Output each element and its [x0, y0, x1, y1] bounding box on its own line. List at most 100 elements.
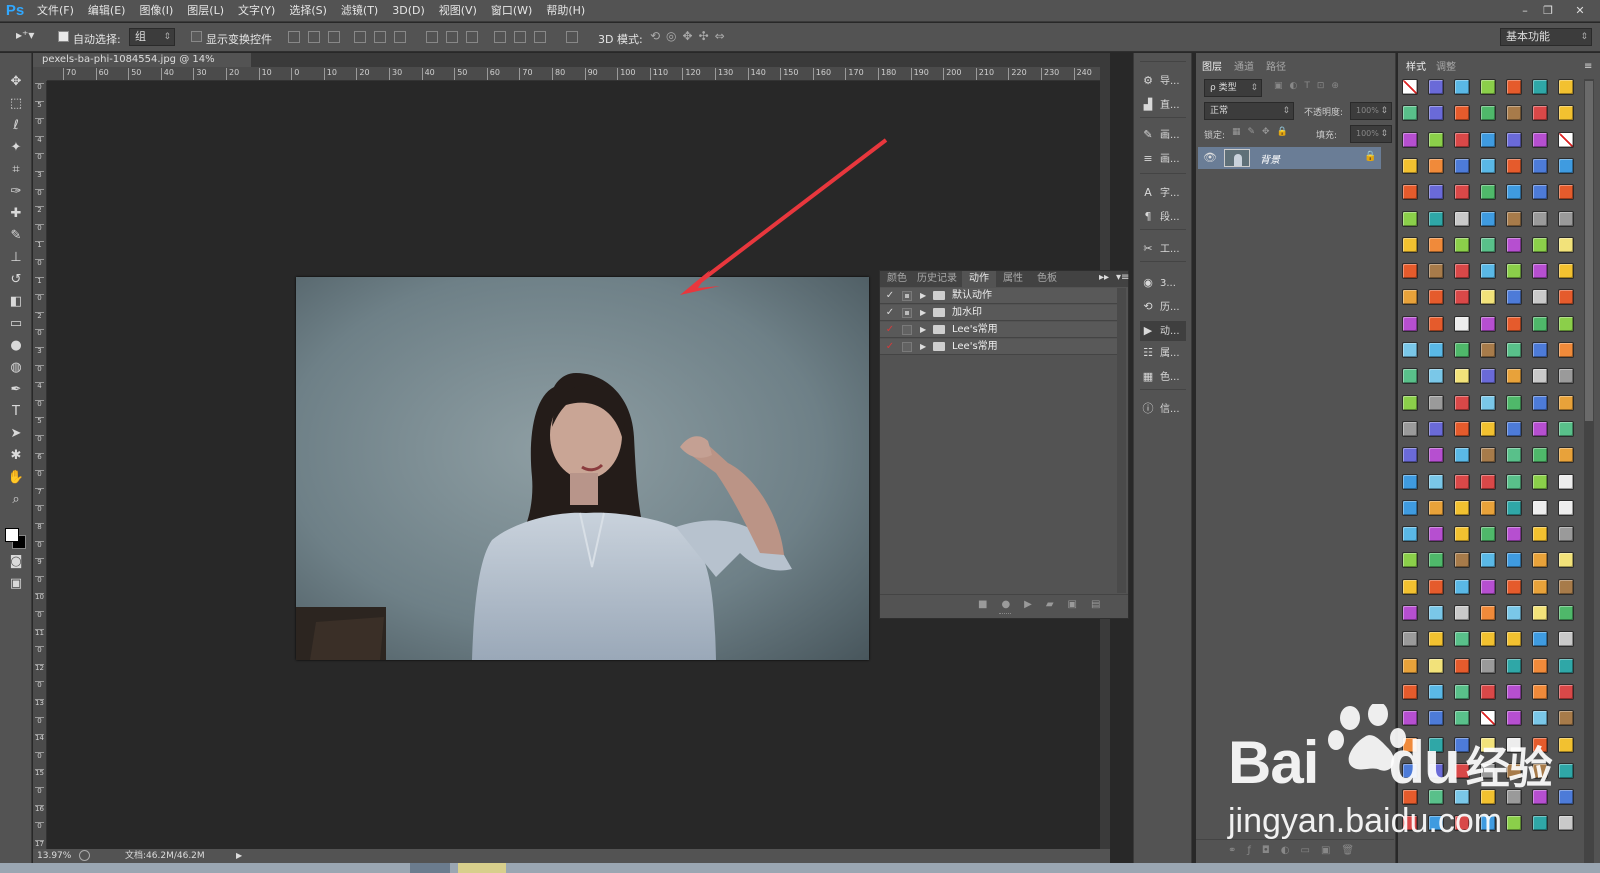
layers-panel-tab-2[interactable]: 路径 [1266, 61, 1286, 75]
style-preset-swatch[interactable] [1428, 473, 1444, 490]
distribute-vcenter-icon[interactable] [446, 31, 458, 43]
style-preset-swatch[interactable] [1428, 263, 1444, 280]
style-preset-swatch[interactable] [1532, 605, 1548, 621]
dock-item-character[interactable]: A 字... [1140, 183, 1186, 203]
styles-scrollbar[interactable] [1584, 79, 1594, 863]
style-preset-swatch[interactable] [1428, 526, 1444, 543]
style-preset-swatch[interactable] [1454, 368, 1470, 385]
style-preset-swatch[interactable] [1402, 289, 1418, 306]
crop-tool-icon[interactable]: ⌗ [6, 161, 26, 179]
style-preset-swatch[interactable] [1454, 184, 1470, 201]
style-preset-swatch[interactable] [1506, 368, 1522, 385]
style-preset-swatch[interactable] [1558, 289, 1574, 306]
style-preset-swatch[interactable] [1428, 315, 1444, 332]
style-preset-swatch[interactable] [1480, 552, 1496, 569]
taskbar-item[interactable] [458, 863, 506, 873]
style-preset-swatch[interactable] [1506, 447, 1522, 464]
style-preset-swatch[interactable] [1480, 263, 1496, 280]
action-toggle-check-icon[interactable]: ✓ [885, 306, 895, 320]
expand-triangle-icon[interactable]: ▶ [920, 339, 926, 355]
style-preset-swatch[interactable] [1532, 762, 1548, 779]
style-preset-swatch[interactable] [1532, 552, 1548, 569]
style-preset-swatch[interactable] [1428, 736, 1444, 753]
style-preset-swatch[interactable] [1454, 683, 1470, 700]
lock-icons[interactable]: ▦✎✥🔒 [1232, 127, 1295, 137]
style-preset-swatch[interactable] [1532, 157, 1548, 174]
style-preset-swatch[interactable] [1428, 105, 1444, 122]
style-preset-swatch[interactable] [1532, 210, 1548, 227]
foreground-color-swatch[interactable] [5, 528, 19, 542]
style-preset-swatch[interactable] [1480, 710, 1496, 727]
style-preset-swatch[interactable] [1532, 79, 1548, 95]
zoom-tool-icon[interactable]: ⌕ [6, 491, 26, 509]
style-preset-swatch[interactable] [1558, 499, 1574, 516]
action-set-row[interactable]: ✓ ▶ 加水印 [880, 305, 1117, 321]
style-preset-swatch[interactable] [1480, 815, 1496, 832]
style-preset-swatch[interactable] [1428, 447, 1444, 464]
distribute-bottom-icon[interactable] [466, 31, 478, 43]
style-preset-swatch[interactable] [1428, 683, 1444, 700]
move-tool-icon[interactable]: ✥ [6, 73, 26, 91]
auto-select-dropdown[interactable]: 组 [129, 28, 175, 46]
blur-tool-icon[interactable]: ● [6, 337, 26, 355]
style-preset-swatch[interactable] [1506, 710, 1522, 727]
align-bottom-icon[interactable] [328, 31, 340, 43]
distribute-top-icon[interactable] [426, 31, 438, 43]
style-preset-swatch[interactable] [1428, 631, 1444, 648]
actions-panel-tab-0[interactable]: 颜色 [882, 271, 912, 287]
menu-item-2[interactable]: 图像(I) [132, 0, 180, 22]
style-preset-swatch[interactable] [1480, 184, 1496, 201]
style-preset-swatch[interactable] [1506, 631, 1522, 648]
style-preset-swatch[interactable] [1532, 394, 1548, 411]
3d-mode-icons[interactable]: ⟲◎✥✣⇔ [650, 29, 731, 43]
style-preset-swatch[interactable] [1506, 736, 1522, 753]
dock-item-brush[interactable]: ≡ 画... [1140, 149, 1186, 169]
style-preset-swatch[interactable] [1480, 499, 1496, 516]
style-preset-swatch[interactable] [1506, 236, 1522, 253]
workspace-dropdown[interactable]: 基本功能 [1500, 28, 1592, 46]
style-preset-swatch[interactable] [1428, 578, 1444, 595]
dock-item-navigator[interactable]: ⚙ 导... [1140, 71, 1186, 91]
style-preset-swatch[interactable] [1428, 368, 1444, 385]
dialog-toggle-icon[interactable] [902, 291, 912, 301]
style-preset-swatch[interactable] [1532, 447, 1548, 464]
style-preset-swatch[interactable] [1402, 210, 1418, 227]
style-preset-swatch[interactable] [1454, 394, 1470, 411]
align-right-icon[interactable] [394, 31, 406, 43]
style-preset-swatch[interactable] [1454, 473, 1470, 490]
style-preset-swatch[interactable] [1506, 762, 1522, 779]
style-preset-swatch[interactable] [1480, 420, 1496, 437]
align-top-icon[interactable] [288, 31, 300, 43]
style-preset-swatch[interactable] [1454, 79, 1470, 95]
style-preset-swatch[interactable] [1454, 263, 1470, 280]
style-preset-swatch[interactable] [1402, 79, 1418, 95]
dialog-toggle-icon[interactable] [902, 325, 912, 335]
menu-item-4[interactable]: 文字(Y) [231, 0, 282, 22]
menu-item-5[interactable]: 选择(S) [282, 0, 334, 22]
style-preset-swatch[interactable] [1454, 289, 1470, 306]
taskbar-item[interactable] [410, 863, 450, 873]
style-preset-swatch[interactable] [1402, 394, 1418, 411]
style-preset-swatch[interactable] [1532, 368, 1548, 385]
style-preset-swatch[interactable] [1532, 473, 1548, 490]
distribute-right-icon[interactable] [534, 31, 546, 43]
actions-panel-tab-3[interactable]: 属性 [996, 271, 1030, 287]
healing-brush-tool-icon[interactable]: ✚ [6, 205, 26, 223]
action-toggle-check-icon[interactable]: ✓ [885, 340, 895, 354]
style-preset-swatch[interactable] [1558, 315, 1574, 332]
dialog-toggle-icon[interactable] [902, 308, 912, 318]
style-preset-swatch[interactable] [1480, 157, 1496, 174]
style-preset-swatch[interactable] [1506, 394, 1522, 411]
minimize-button[interactable]: – [1515, 3, 1535, 18]
layers-panel-tab-1[interactable]: 通道 [1234, 61, 1254, 75]
style-preset-swatch[interactable] [1532, 263, 1548, 280]
style-preset-swatch[interactable] [1454, 552, 1470, 569]
style-preset-swatch[interactable] [1402, 683, 1418, 700]
style-preset-swatch[interactable] [1402, 526, 1418, 543]
style-preset-swatch[interactable] [1506, 552, 1522, 569]
actions-scrollbar[interactable] [1117, 288, 1126, 593]
panel-menu-icon[interactable]: ▾≡ [1116, 272, 1129, 283]
style-preset-swatch[interactable] [1558, 263, 1574, 280]
styles-panel-tab-1[interactable]: 调整 [1436, 61, 1456, 75]
dock-item-actions[interactable]: ▶ 动... [1140, 321, 1186, 341]
